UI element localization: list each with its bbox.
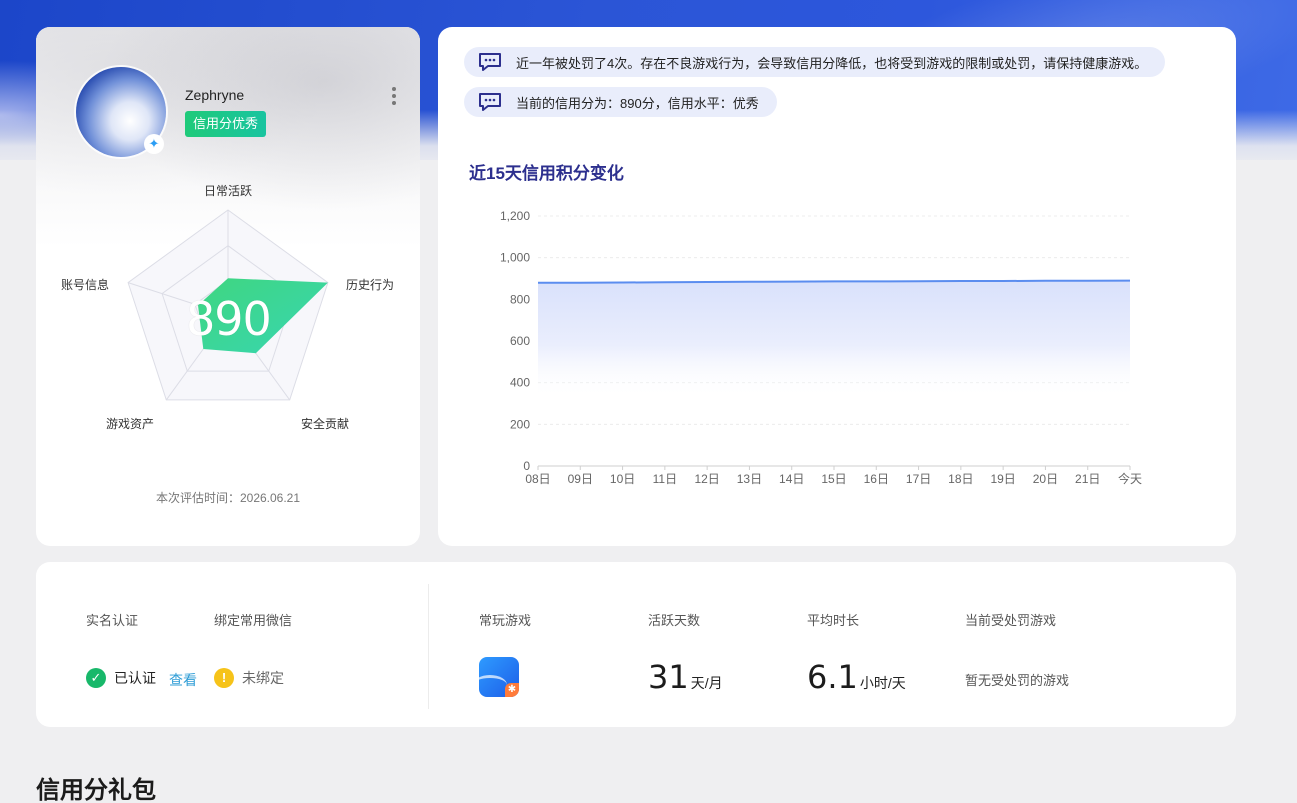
x-tick-label: 20日 xyxy=(1033,472,1058,486)
game-app-icon[interactable]: ✱ xyxy=(479,657,519,697)
active-days-value: 31 天/月 xyxy=(648,658,723,696)
realname-status-text: 已认证 xyxy=(114,670,156,686)
divider xyxy=(428,584,429,709)
y-tick-label: 1,200 xyxy=(500,209,530,223)
x-tick-label: 21日 xyxy=(1075,472,1100,486)
qq-badge-icon: ✦ xyxy=(144,134,164,154)
y-tick-label: 1,000 xyxy=(500,251,530,265)
average-duration-value: 6.1 小时/天 xyxy=(807,658,906,696)
warning-icon: ! xyxy=(214,668,234,688)
x-tick-label: 18日 xyxy=(948,472,973,486)
trend-area xyxy=(538,280,1130,399)
score-notice-text: 当前的信用分为：890分，信用水平：优秀 xyxy=(516,95,759,111)
x-tick-label: 17日 xyxy=(906,472,931,486)
evaluation-time: 本次评估时间：2026.06.21 xyxy=(155,491,301,505)
credit-trend-card: 近一年被处罚了4次。存在不良游戏行为，会导致信用分降低，也将受到游戏的限制或处罚… xyxy=(438,27,1236,546)
check-icon: ✓ xyxy=(86,668,106,688)
penalty-notice: 近一年被处罚了4次。存在不良游戏行为，会导致信用分降低，也将受到游戏的限制或处罚… xyxy=(464,47,1166,77)
profile-card: ✦ Zephryne 信用分优秀 日常活跃 历史行为 安全贡献 游戏资产 账号信… xyxy=(36,27,420,546)
active-days-label: 活跃天数 xyxy=(648,613,701,628)
x-tick-label: 19日 xyxy=(990,472,1015,486)
x-tick-label: 10日 xyxy=(610,472,635,486)
x-tick-label: 15日 xyxy=(821,472,846,486)
message-icon xyxy=(479,53,501,71)
message-icon xyxy=(479,93,501,111)
punished-games-label: 当前受处罚游戏 xyxy=(965,613,1057,628)
radar-label-account-info: 账号信息 xyxy=(61,278,110,292)
wechat-status-text: 未绑定 xyxy=(242,670,284,686)
credit-score: 890 xyxy=(186,292,272,346)
credit-trend-chart: 0 200 400 600 800 1,000 1,200 08日 09日 10日 11日 12日 1… xyxy=(500,209,1142,486)
radar-label-history: 历史行为 xyxy=(346,278,395,292)
credit-level-badge: 信用分优秀 xyxy=(185,111,267,137)
radar-label-daily-activity: 日常活跃 xyxy=(204,184,253,198)
x-tick-label: 今天 xyxy=(1118,471,1142,486)
account-stats-card: 实名认证 绑定常用微信 ✓ 已认证 查看 ! 未绑定 常玩游戏 活跃天数 平均时… xyxy=(36,562,1236,727)
wechat-status: ! 未绑定 xyxy=(214,668,284,688)
y-tick-label: 800 xyxy=(510,292,530,306)
x-tick-label: 09日 xyxy=(568,472,593,486)
x-tick-label: 12日 xyxy=(694,472,719,486)
score-notice: 当前的信用分为：890分，信用水平：优秀 xyxy=(464,87,777,117)
username: Zephryne xyxy=(185,87,245,103)
realname-status: ✓ 已认证 xyxy=(86,668,156,688)
y-tick-label: 400 xyxy=(510,376,530,390)
x-tick-label: 08日 xyxy=(525,472,550,486)
y-tick-label: 0 xyxy=(523,459,530,473)
average-duration-label: 平均时长 xyxy=(807,613,860,628)
x-tick-label: 13日 xyxy=(737,472,762,486)
x-tick-label: 16日 xyxy=(864,472,889,486)
radar-label-security: 安全贡献 xyxy=(301,417,350,431)
x-tick-label: 14日 xyxy=(779,472,804,486)
gift-section-title: 信用分礼包 xyxy=(36,777,156,803)
punished-games-value: 暂无受处罚的游戏 xyxy=(965,673,1070,688)
penalty-notice-text: 近一年被处罚了4次。存在不良游戏行为，会导致信用分降低，也将受到游戏的限制或处罚… xyxy=(516,55,1148,71)
x-tick-label: 11日 xyxy=(653,472,677,486)
y-tick-label: 600 xyxy=(510,334,530,348)
radar-label-game-assets: 游戏资产 xyxy=(106,417,155,431)
y-tick-label: 200 xyxy=(510,417,530,431)
more-options-icon[interactable] xyxy=(388,87,400,111)
realname-label: 实名认证 xyxy=(86,613,139,628)
frequent-game-label: 常玩游戏 xyxy=(479,613,532,628)
view-realname-link[interactable]: 查看 xyxy=(169,670,197,690)
wechat-label: 绑定常用微信 xyxy=(214,613,293,628)
chart-title: 近15天信用积分变化 xyxy=(469,164,624,183)
